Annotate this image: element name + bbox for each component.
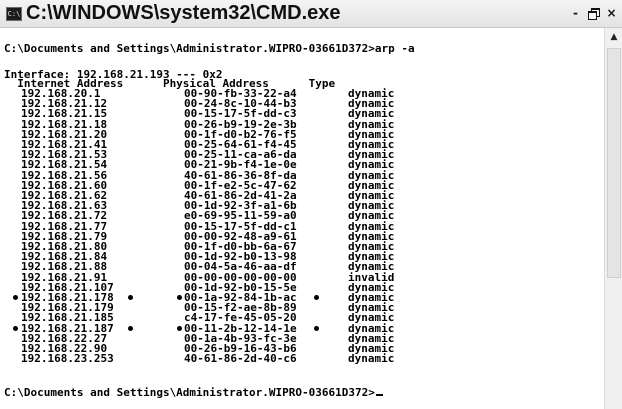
final-prompt-text: C:\Documents and Settings\Administrator.… — [4, 386, 375, 399]
scroll-up-arrow-icon[interactable]: ▲ — [605, 28, 622, 46]
close-button[interactable]: × — [604, 6, 619, 21]
text-cursor — [375, 394, 383, 396]
console-output[interactable]: C:\Documents and Settings\Administrator.… — [0, 28, 604, 409]
vertical-scrollbar[interactable]: ▲ — [604, 28, 622, 409]
arp-ip-address: 192.168.23.253 — [21, 352, 114, 366]
cmd-icon[interactable]: C:\ — [6, 7, 22, 21]
restore-icon-front — [588, 11, 597, 20]
final-prompt-line[interactable]: C:\Documents and Settings\Administrator.… — [4, 386, 383, 399]
highlight-dot-icon — [177, 325, 182, 331]
highlight-dot-icon — [313, 325, 319, 331]
arp-entry-type: dynamic — [348, 352, 395, 366]
highlight-dot-icon — [313, 295, 319, 300]
maximize-button[interactable] — [586, 6, 601, 21]
window-title: C:\WINDOWS\system32\CMD.exe — [26, 2, 341, 24]
cmd-window: C:\ C:\WINDOWS\system32\CMD.exe - × C:\D… — [0, 0, 622, 409]
highlight-dot-icon — [177, 295, 182, 300]
highlight-dot-icon — [128, 325, 133, 331]
scroll-thumb[interactable] — [607, 48, 621, 278]
highlight-dot-icon — [13, 295, 18, 300]
highlight-dot-icon — [128, 295, 133, 300]
command-prompt-line: C:\Documents and Settings\Administrator.… — [4, 42, 415, 55]
title-bar[interactable]: C:\ C:\WINDOWS\system32\CMD.exe - × — [0, 0, 622, 28]
arp-physical-address: 40-61-86-2d-40-c6 — [184, 352, 297, 366]
minimize-button[interactable]: - — [568, 6, 583, 21]
highlight-dot-icon — [13, 325, 18, 331]
